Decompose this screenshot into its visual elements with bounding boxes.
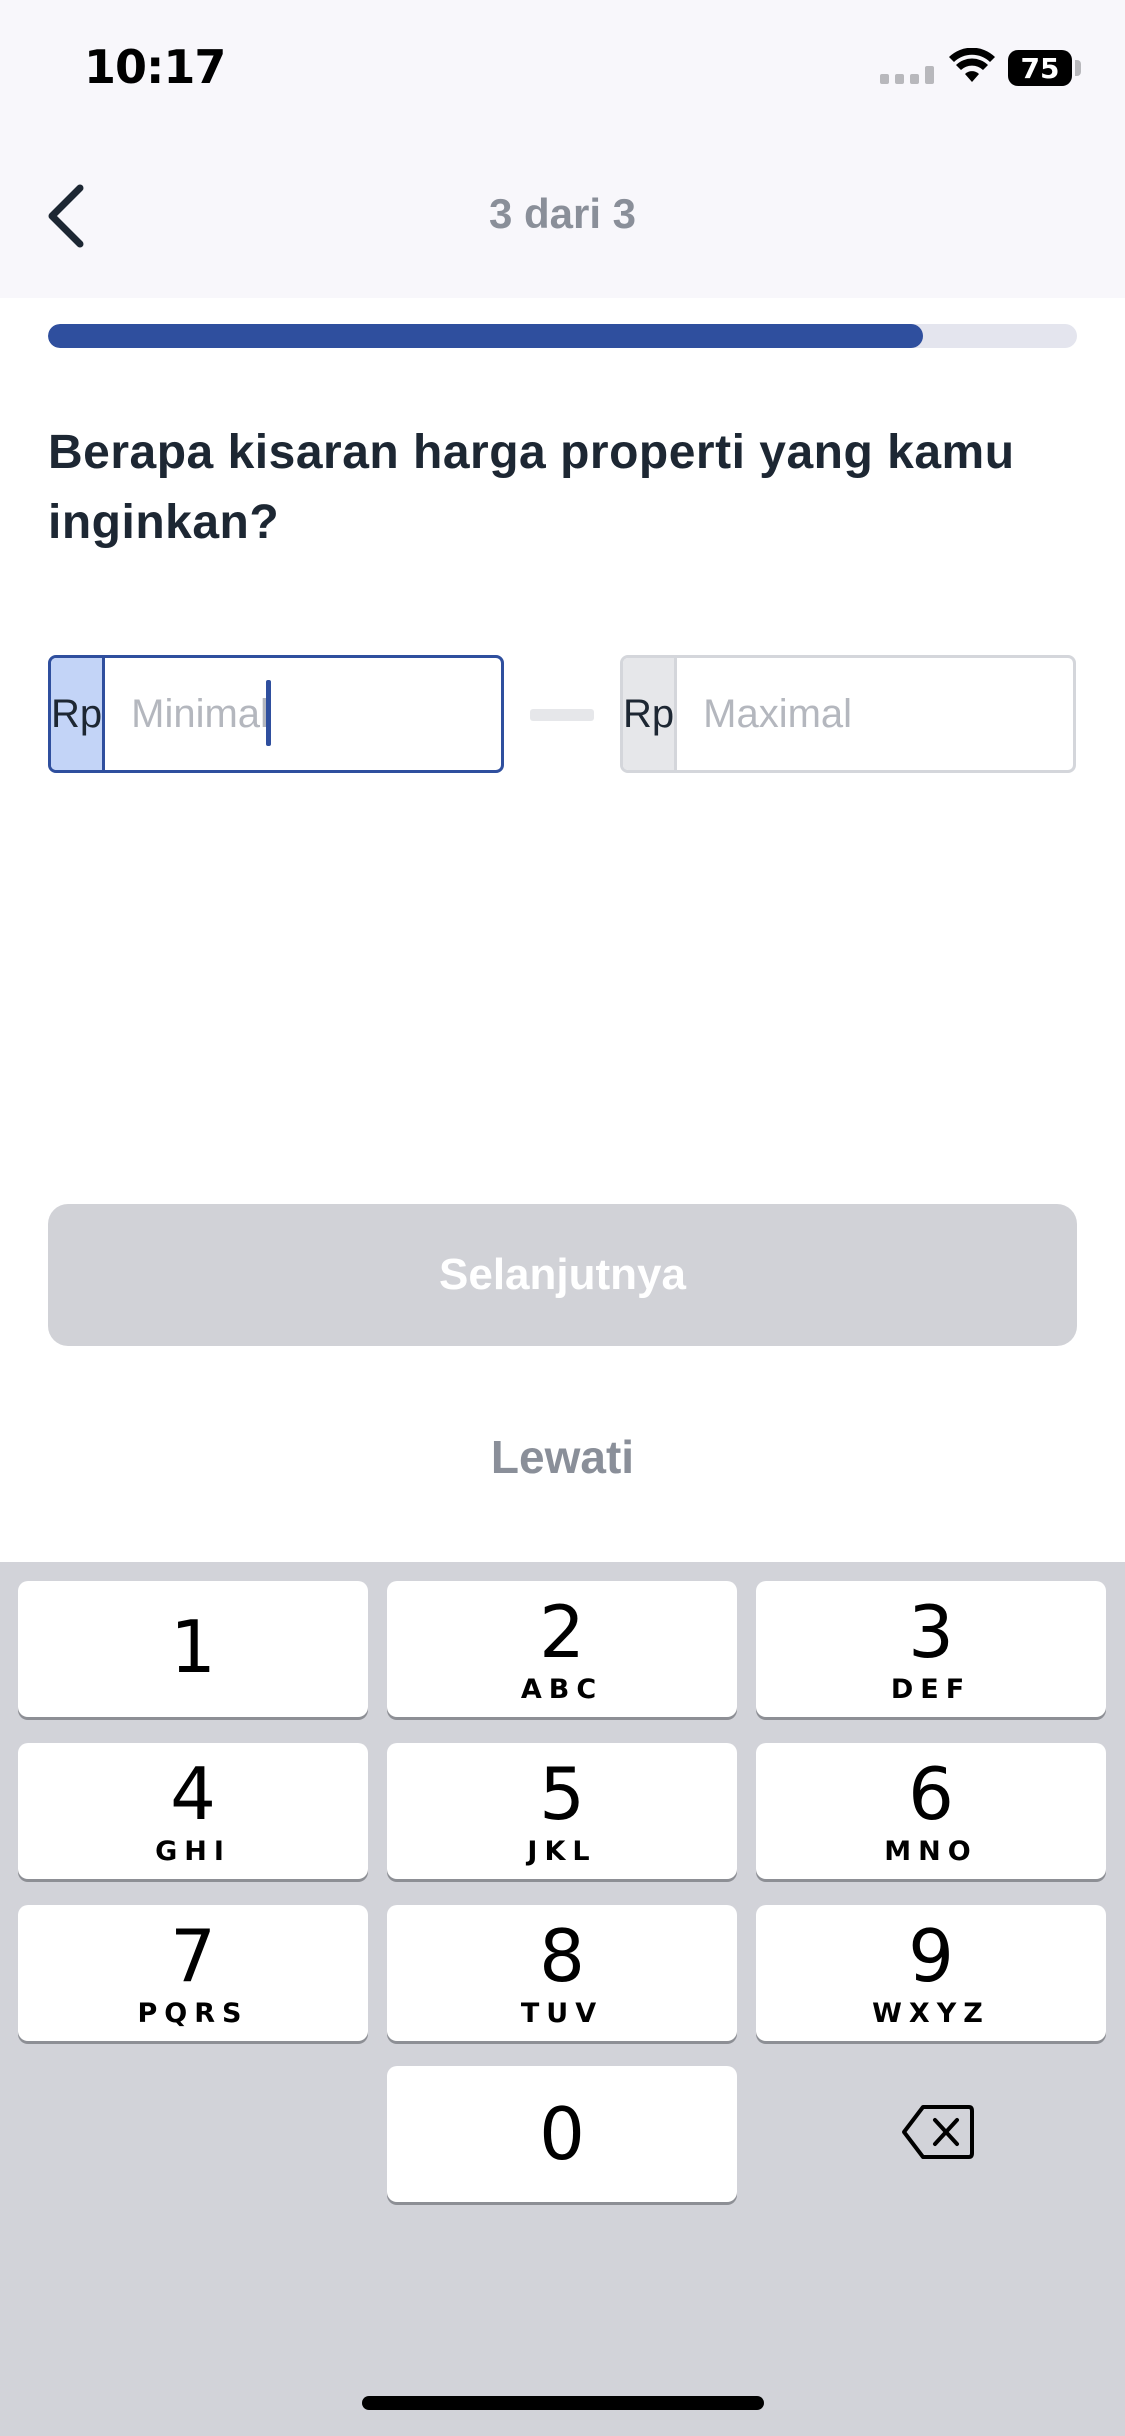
key-letters: JKL: [527, 1835, 597, 1867]
key-digit: 5: [539, 1751, 585, 1836]
key-letters: MNO: [884, 1835, 978, 1867]
key-2[interactable]: 2 ABC: [387, 1581, 737, 1717]
key-5[interactable]: 5 JKL: [387, 1743, 737, 1879]
key-digit: 8: [539, 1913, 585, 1998]
key-6[interactable]: 6 MNO: [756, 1743, 1106, 1879]
home-indicator[interactable]: [362, 2396, 764, 2410]
key-digit: 4: [170, 1751, 216, 1836]
key-7[interactable]: 7 PQRS: [18, 1905, 368, 2041]
key-1[interactable]: 1: [18, 1581, 368, 1717]
key-digit: 0: [539, 2092, 585, 2176]
progress-fill: [48, 324, 923, 348]
min-currency-prefix: Rp: [51, 658, 106, 770]
header: 3 dari 3: [0, 140, 1125, 298]
max-price-field[interactable]: Rp: [620, 655, 1076, 773]
key-digit: 7: [170, 1913, 216, 1998]
key-3[interactable]: 3 DEF: [756, 1581, 1106, 1717]
key-letters: GHI: [155, 1835, 231, 1867]
backspace-icon: [902, 2105, 974, 2159]
key-digit: 9: [908, 1913, 954, 1998]
key-letters: TUV: [520, 1997, 604, 2029]
key-4[interactable]: 4 GHI: [18, 1743, 368, 1879]
battery-icon: 75: [1008, 50, 1072, 86]
range-separator: [530, 709, 594, 721]
max-currency-prefix: Rp: [623, 658, 678, 770]
key-8[interactable]: 8 TUV: [387, 1905, 737, 2041]
max-price-input[interactable]: [677, 658, 1073, 770]
status-bar: 10:17 75: [0, 0, 1125, 140]
skip-button[interactable]: Lewati: [0, 1430, 1125, 1484]
key-letters: PQRS: [137, 1997, 249, 2029]
key-0[interactable]: 0: [387, 2066, 737, 2202]
min-price-field[interactable]: Rp: [48, 655, 504, 773]
key-digit: 3: [908, 1589, 954, 1674]
key-letters: DEF: [890, 1673, 972, 1705]
delete-key[interactable]: [880, 2092, 996, 2172]
text-cursor: [266, 680, 271, 746]
progress-bar: [48, 324, 1077, 348]
cellular-signal-icon: [880, 66, 934, 84]
next-button[interactable]: Selanjutnya: [48, 1204, 1077, 1346]
status-time: 10:17: [84, 40, 226, 94]
step-indicator: 3 dari 3: [488, 190, 637, 237]
key-digit: 1: [170, 1605, 216, 1689]
battery-cap: [1075, 60, 1081, 76]
wifi-icon: [949, 48, 995, 82]
min-price-input[interactable]: [105, 658, 501, 770]
key-letters: WXYZ: [872, 1997, 990, 2029]
key-9[interactable]: 9 WXYZ: [756, 1905, 1106, 2041]
key-digit: 2: [539, 1589, 585, 1674]
key-digit: 6: [908, 1751, 954, 1836]
question-title: Berapa kisaran harga properti yang kamu …: [48, 426, 1015, 549]
key-letters: ABC: [520, 1673, 604, 1705]
